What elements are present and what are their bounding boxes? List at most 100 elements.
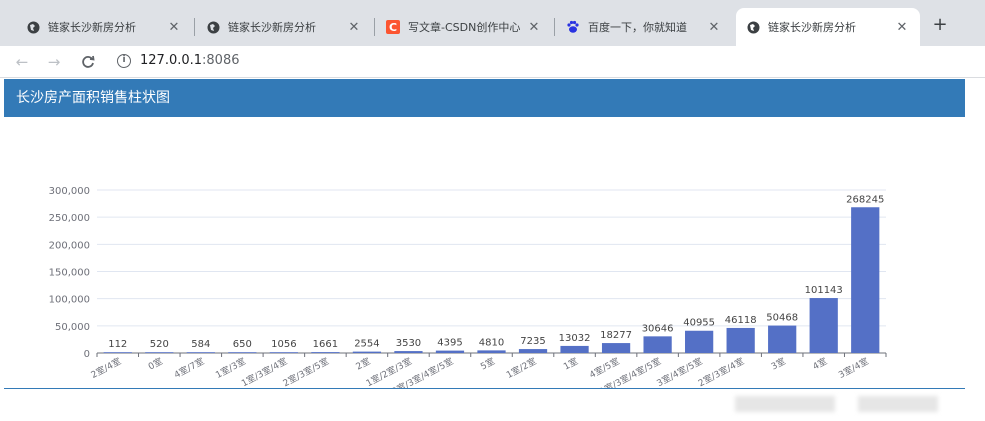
- x-category-label: 3室: [769, 355, 788, 373]
- bar-value-label: 101143: [805, 285, 843, 296]
- x-category-label: 1室/3室: [213, 355, 247, 381]
- x-category-label: 4室/5室: [587, 355, 621, 381]
- bar: [726, 327, 755, 353]
- browser-tab-2[interactable]: 链家长沙新房分析 ✕: [196, 8, 372, 46]
- bar: [394, 351, 423, 353]
- x-category-label: 3室/4室/5室: [655, 355, 705, 389]
- url-port: :8086: [202, 53, 240, 68]
- tab-title: 链家长沙新房分析: [768, 21, 856, 34]
- browser-tab-5-active[interactable]: 链家长沙新房分析 ✕: [736, 8, 920, 46]
- bar: [685, 330, 714, 353]
- bar-value-label: 268245: [846, 194, 884, 205]
- bar-value-label: 650: [233, 339, 252, 350]
- bar-value-label: 3530: [396, 338, 421, 349]
- bar-value-label: 1661: [313, 339, 338, 350]
- x-category-label: 2室/3室/4室: [696, 355, 746, 389]
- bar-value-label: 2554: [354, 339, 379, 350]
- blurred-region: [735, 396, 835, 412]
- x-category-label: 2室: [354, 355, 373, 373]
- url-host: 127.0.0.1: [140, 53, 203, 68]
- x-category-label: 4室: [810, 355, 829, 373]
- csdn-icon: C: [386, 20, 400, 34]
- y-tick-label: 0: [84, 349, 90, 360]
- bar: [269, 352, 298, 353]
- bar: [851, 207, 880, 353]
- bar-value-label: 7235: [520, 336, 545, 347]
- x-category-label: 2室/3室/5室: [281, 355, 331, 389]
- tab-title: 链家长沙新房分析: [228, 21, 316, 34]
- globe-icon: [746, 20, 760, 34]
- panel-bottom-border: [4, 388, 965, 389]
- address-bar[interactable]: 127.0.0.1:8086: [140, 53, 240, 68]
- back-arrow-icon[interactable]: ←: [12, 52, 32, 72]
- bar-value-label: 18277: [600, 330, 632, 341]
- bar: [768, 325, 797, 353]
- tab-title: 百度一下，你就知道: [588, 21, 687, 34]
- y-tick-label: 100,000: [49, 295, 90, 306]
- bar: [435, 350, 465, 353]
- blurred-region: [858, 396, 938, 412]
- tab-divider: [194, 18, 195, 36]
- new-tab-button[interactable]: +: [928, 14, 952, 38]
- bar-value-label: 46118: [725, 315, 757, 326]
- x-category-label: 1室/3室/4室: [239, 355, 289, 389]
- bar: [103, 352, 132, 353]
- bar-value-label: 4810: [479, 337, 504, 348]
- browser-toolbar: ← → i 127.0.0.1:8086: [0, 46, 985, 78]
- x-category-label: 0室: [146, 355, 165, 373]
- bar-value-label: 584: [191, 339, 210, 350]
- tab-title: 链家长沙新房分析: [48, 21, 136, 34]
- bar: [228, 352, 257, 353]
- y-tick-label: 50,000: [55, 322, 90, 333]
- bar-value-label: 50468: [766, 313, 798, 324]
- y-tick-label: 300,000: [49, 186, 90, 197]
- close-tab-icon[interactable]: ✕: [346, 20, 362, 35]
- browser-tab-4[interactable]: 百度一下，你就知道 ✕: [556, 8, 732, 46]
- reload-icon[interactable]: [78, 52, 98, 72]
- x-category-label: 1室: [561, 355, 580, 373]
- bar: [643, 336, 672, 353]
- x-category-label: 2室/4室: [89, 355, 123, 381]
- bar-value-label: 30646: [642, 323, 674, 334]
- close-tab-icon[interactable]: ✕: [526, 20, 542, 35]
- close-tab-icon[interactable]: ✕: [894, 20, 910, 35]
- bar: [352, 351, 382, 353]
- bar-value-label: 4395: [437, 338, 462, 349]
- bar: [477, 350, 506, 353]
- bar-value-label: 13032: [559, 333, 591, 344]
- close-tab-icon[interactable]: ✕: [706, 20, 722, 35]
- bar: [518, 349, 548, 353]
- y-tick-label: 150,000: [49, 268, 90, 279]
- browser-tab-3[interactable]: C 写文章-CSDN创作中心 ✕: [376, 8, 552, 46]
- x-category-label: 5室: [478, 355, 497, 373]
- x-category-label: 4室/7室: [172, 355, 206, 381]
- bar: [809, 298, 838, 353]
- close-tab-icon[interactable]: ✕: [166, 20, 182, 35]
- y-tick-label: 250,000: [49, 213, 90, 224]
- x-category-label: 3室/4室: [836, 355, 870, 381]
- globe-icon: [26, 20, 40, 34]
- x-category-label: 1室/2室: [504, 355, 538, 381]
- y-tick-label: 200,000: [49, 240, 90, 251]
- forward-arrow-icon[interactable]: →: [44, 52, 64, 72]
- tab-divider: [554, 18, 555, 36]
- bar: [560, 345, 589, 353]
- bar-value-label: 112: [108, 339, 127, 350]
- bar-chart: 300,000 250,000 200,000 150,000 100,000 50,00…: [49, 186, 887, 389]
- tab-title: 写文章-CSDN创作中心: [408, 21, 521, 34]
- bar-value-label: 40955: [683, 318, 715, 329]
- bar: [311, 352, 340, 353]
- bar: [186, 352, 215, 353]
- tab-strip: 链家长沙新房分析 ✕ 链家长沙新房分析 ✕ C 写文章-CSDN创作中心 ✕ 百…: [0, 0, 985, 46]
- svg-text:C: C: [389, 21, 397, 34]
- bar: [601, 343, 631, 353]
- bar: [145, 352, 174, 353]
- bar-value-label: 1056: [271, 339, 296, 350]
- globe-icon: [206, 20, 220, 34]
- site-info-icon[interactable]: i: [117, 54, 131, 68]
- bar-value-label: 520: [150, 339, 169, 350]
- tab-divider: [374, 18, 375, 36]
- browser-tab-1[interactable]: 链家长沙新房分析 ✕: [16, 8, 192, 46]
- page-title: 长沙房产面积销售柱状图: [4, 79, 965, 117]
- baidu-icon: [566, 20, 580, 34]
